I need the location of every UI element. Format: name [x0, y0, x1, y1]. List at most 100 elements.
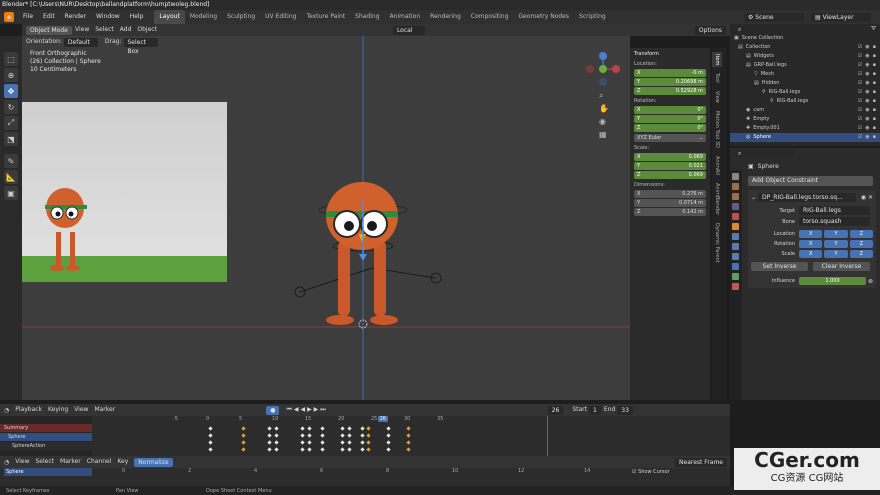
transform-orientation[interactable]: Local — [392, 25, 425, 35]
visibility-toggles[interactable]: ☑ ◉ ▪ — [858, 124, 876, 133]
keyframe[interactable] — [267, 426, 273, 431]
physics-props-icon[interactable] — [732, 253, 739, 260]
keyframe[interactable] — [346, 447, 352, 452]
keyframe[interactable] — [346, 433, 352, 438]
editor-type-icon[interactable]: ◔ — [4, 407, 9, 414]
rotation-x-field[interactable]: X 0° — [634, 106, 706, 114]
camera-icon[interactable]: ▪ — [873, 133, 876, 142]
eye-icon[interactable]: ◉ — [865, 52, 869, 61]
particles-props-icon[interactable] — [732, 243, 739, 250]
sidebar-tab-animall[interactable]: AnimAll — [712, 154, 722, 177]
rotate-tool-icon[interactable]: ↻ — [4, 100, 18, 114]
keyframe[interactable] — [340, 440, 345, 445]
keyframe[interactable] — [366, 433, 372, 438]
keyframe[interactable] — [274, 433, 279, 438]
keyframe[interactable] — [386, 433, 391, 438]
mode-selector[interactable]: Object Mode — [26, 25, 72, 35]
channel-row[interactable]: Summary — [0, 424, 92, 432]
eye-icon[interactable]: ◉ — [865, 97, 869, 106]
outliner-item[interactable]: ▤ Widgets ☑ ◉ ▪ — [730, 52, 880, 61]
outliner-item[interactable]: ▤ Collection ☑ ◉ ▪ — [730, 43, 880, 52]
bone-field[interactable]: torso.squash — [799, 217, 870, 226]
keyframe[interactable] — [366, 426, 372, 431]
tab-geometry-nodes[interactable]: Geometry Nodes — [513, 10, 574, 24]
close-icon[interactable]: ✕ — [868, 194, 873, 201]
keyframe[interactable] — [406, 440, 411, 445]
reset-icon[interactable]: ⊗ — [868, 278, 873, 285]
keyframe[interactable] — [208, 426, 213, 431]
keyframe[interactable] — [267, 440, 273, 445]
playback-controls[interactable]: ⏮◀◀▶▶⏭ — [286, 406, 327, 414]
outliner-item[interactable]: ▤ GRP-Ball.legs ☑ ◉ ▪ — [730, 61, 880, 70]
keyframe[interactable] — [406, 433, 411, 438]
eye-icon[interactable]: ◉ — [865, 88, 869, 97]
loc-z-toggle[interactable]: Z — [849, 230, 873, 238]
keyframe[interactable] — [320, 440, 325, 445]
move-tool-icon[interactable]: ✥ — [4, 84, 18, 98]
outliner-item[interactable]: ⚲ RIG-Ball.legs ☑ ◉ ▪ — [730, 88, 880, 97]
rot-z-toggle[interactable]: Z — [849, 240, 873, 248]
tab-animation[interactable]: Animation — [385, 10, 426, 24]
camera-icon[interactable]: ▪ — [873, 124, 876, 133]
scale-tool-icon[interactable]: ⤢ — [4, 116, 18, 130]
output-props-icon[interactable] — [732, 193, 739, 200]
outliner-item[interactable]: ▽ Mesh ☑ ◉ ▪ — [730, 70, 880, 79]
keyframe[interactable] — [366, 440, 372, 445]
timeline-view-menu[interactable]: View — [74, 405, 88, 415]
clear-inverse-button[interactable]: Clear Inverse — [813, 262, 870, 271]
scene-selector[interactable]: ⚙ Scene — [744, 12, 804, 22]
keyframe[interactable] — [386, 426, 391, 431]
visibility-toggles[interactable]: ☑ ◉ ▪ — [858, 61, 876, 70]
set-inverse-button[interactable]: Set Inverse — [751, 262, 808, 271]
keyframe[interactable] — [340, 433, 345, 438]
transform-tool-icon[interactable]: ⬔ — [4, 132, 18, 146]
keyframe[interactable] — [360, 447, 365, 452]
record-button[interactable]: ● — [266, 405, 280, 415]
keyframe[interactable] — [241, 440, 246, 445]
dimensions-z-field[interactable]: Z 0.142 m — [634, 208, 706, 216]
camera-icon[interactable]: ▪ — [873, 88, 876, 97]
keyframe[interactable] — [360, 433, 365, 438]
checkbox-icon[interactable]: ☑ — [858, 88, 862, 97]
keyframe[interactable] — [267, 433, 273, 438]
keyframe[interactable] — [208, 447, 213, 452]
keyframe[interactable] — [208, 440, 213, 445]
filter-icon[interactable]: ⛛ — [871, 25, 876, 33]
checkbox-icon[interactable]: ☑ — [858, 133, 862, 142]
checkbox-icon[interactable]: ☑ — [858, 52, 862, 61]
show-cursor-checkbox[interactable]: ☑ Show Cursor — [632, 469, 670, 475]
outliner-item[interactable]: ▣ Scene Collection — [730, 34, 880, 43]
menu-help[interactable]: Help — [125, 10, 149, 24]
view-menu[interactable]: View — [75, 25, 89, 35]
add-menu[interactable]: Add — [120, 25, 132, 35]
camera-icon[interactable]: ▪ — [873, 70, 876, 79]
visibility-toggles[interactable]: ☑ ◉ ▪ — [858, 79, 876, 88]
expand-icon[interactable]: ⌄ — [751, 194, 756, 201]
start-field[interactable]: 1 — [589, 405, 601, 415]
keyframe[interactable] — [267, 447, 273, 452]
rotation-z-field[interactable]: Z 0° — [634, 124, 706, 132]
scale-z-field[interactable]: Z 0.069 — [634, 171, 706, 179]
keyframe[interactable] — [346, 440, 352, 445]
keyframe[interactable] — [241, 433, 246, 438]
eye-icon[interactable]: ◉ — [865, 70, 869, 79]
keyframe[interactable] — [340, 426, 345, 431]
world-props-icon[interactable] — [732, 213, 739, 220]
checkbox-icon[interactable]: ☑ — [858, 70, 862, 79]
keyframe[interactable] — [274, 440, 279, 445]
tab-modeling[interactable]: Modeling — [185, 10, 222, 24]
eye-icon[interactable]: ◉ — [865, 124, 869, 133]
keyframe[interactable] — [274, 447, 279, 452]
keyframe[interactable] — [300, 433, 306, 438]
keyframe[interactable] — [386, 447, 391, 452]
sidebar-tab-view[interactable]: View — [712, 89, 722, 105]
keyframe[interactable] — [241, 447, 246, 452]
scale-x-field[interactable]: X 0.069 — [634, 153, 706, 161]
render-props-icon[interactable] — [732, 183, 739, 190]
visibility-toggles[interactable]: ☑ ◉ ▪ — [858, 97, 876, 106]
keyframe[interactable] — [406, 426, 411, 431]
ds-marker-menu[interactable]: Marker — [60, 457, 81, 467]
keyframe[interactable] — [307, 433, 312, 438]
visibility-toggles[interactable]: ☑ ◉ ▪ — [858, 88, 876, 97]
keyframe[interactable] — [307, 440, 312, 445]
